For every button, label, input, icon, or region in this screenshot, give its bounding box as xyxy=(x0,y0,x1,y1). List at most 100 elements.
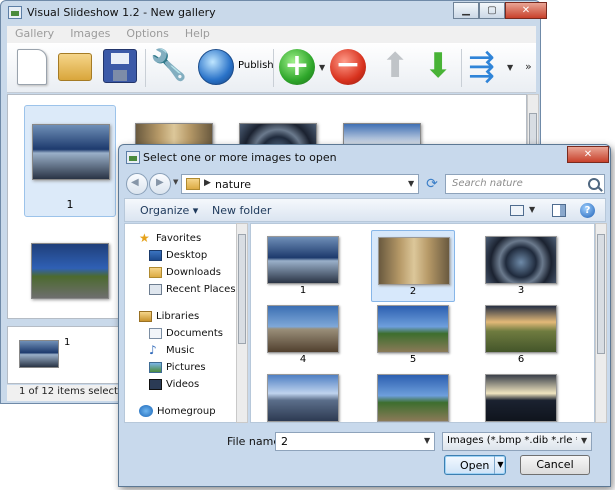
file-name-dropdown-icon[interactable]: ▼ xyxy=(424,436,430,445)
menu-images[interactable]: Images xyxy=(62,26,118,43)
refresh-icon[interactable]: ⟳ xyxy=(423,175,441,193)
file-type-select[interactable]: Images (*.bmp *.dib *.rle *.jpg * ▼ xyxy=(442,432,592,451)
organize-button[interactable]: Organize ▾ xyxy=(140,204,198,217)
menu-gallery[interactable]: Gallery xyxy=(7,26,62,43)
back-button[interactable] xyxy=(126,173,148,195)
save-button[interactable] xyxy=(103,49,137,83)
address-dropdown-icon[interactable]: ▼ xyxy=(408,179,414,188)
sequence-dropdown-icon[interactable]: ▼ xyxy=(507,63,513,72)
minimize-button[interactable]: ▁ xyxy=(453,2,479,19)
nav-item-music[interactable]: ♪ Music xyxy=(149,342,194,358)
view-dropdown-icon[interactable]: ▼ xyxy=(529,205,535,214)
file-list-scrollbar[interactable] xyxy=(595,223,607,423)
add-images-button[interactable]: + xyxy=(279,49,315,85)
scrollbar-thumb[interactable] xyxy=(238,234,246,344)
navigation-scrollbar[interactable] xyxy=(236,223,248,423)
file-item-label: 3 xyxy=(517,285,525,296)
nav-item-pictures[interactable]: Pictures xyxy=(149,359,206,375)
file-item[interactable]: 2 xyxy=(371,230,455,302)
nav-item-downloads[interactable]: Downloads xyxy=(149,264,221,280)
downloads-folder-icon xyxy=(149,266,162,278)
gallery-thumbnail xyxy=(31,243,109,299)
gallery-item-label: 1 xyxy=(66,198,74,211)
open-folder-button[interactable] xyxy=(58,53,92,81)
file-item[interactable]: 5 xyxy=(371,299,455,371)
scrollbar-thumb[interactable] xyxy=(597,234,605,354)
dialog-titlebar: Select one or more images to open ✕ xyxy=(119,145,610,169)
menu-options[interactable]: Options xyxy=(118,26,176,43)
file-item-label: 1 xyxy=(299,285,307,296)
open-button-label: Open xyxy=(460,459,490,472)
close-button[interactable]: ✕ xyxy=(505,2,547,19)
toolbar-overflow-icon[interactable]: » xyxy=(525,60,532,73)
main-titlebar: Visual Slideshow 1.2 - New gallery ▁ ▢ ✕ xyxy=(1,1,547,25)
status-text: 1 of 12 items selected xyxy=(19,386,131,397)
move-up-arrow-icon[interactable]: ⬆ xyxy=(381,47,410,85)
new-folder-button[interactable]: New folder xyxy=(212,204,271,217)
nav-item-videos[interactable]: Videos xyxy=(149,376,199,392)
help-icon[interactable]: ? xyxy=(580,203,595,218)
nav-item-libraries[interactable]: Libraries xyxy=(139,308,199,324)
open-button[interactable]: Open ▼ xyxy=(444,455,506,475)
wrench-icon[interactable]: 🔧 xyxy=(150,51,187,81)
menu-help[interactable]: Help xyxy=(177,26,218,43)
preview-pane-icon[interactable] xyxy=(552,204,566,217)
file-name-value[interactable]: 2 xyxy=(281,435,288,448)
move-down-arrow-icon[interactable]: ⬇ xyxy=(424,47,453,85)
recent-locations-dropdown-icon[interactable]: ▼ xyxy=(173,178,178,186)
nav-item-documents[interactable]: Documents xyxy=(149,325,223,341)
file-thumbnail xyxy=(485,374,557,422)
address-bar[interactable]: ▶ nature ▼ xyxy=(181,174,419,194)
file-thumbnail xyxy=(378,237,450,285)
music-note-icon: ♪ xyxy=(149,342,157,357)
add-dropdown-icon[interactable]: ▼ xyxy=(319,63,325,72)
file-item[interactable]: 3 xyxy=(479,230,563,302)
search-icon[interactable] xyxy=(588,178,600,190)
nav-item-label: Music xyxy=(166,344,195,356)
open-file-dialog: Select one or more images to open ✕ ▼ ▶ … xyxy=(118,144,611,487)
preview-thumbnail[interactable] xyxy=(19,340,59,368)
breadcrumb-chevron-icon[interactable]: ▶ xyxy=(204,178,211,188)
sequence-arrow-icon[interactable]: ⇶ xyxy=(468,47,495,85)
homegroup-icon xyxy=(139,405,153,417)
file-item[interactable]: 4 xyxy=(261,299,345,371)
file-name-input[interactable]: 2 ▼ xyxy=(275,432,435,451)
file-item[interactable]: 6 xyxy=(479,299,563,371)
search-input[interactable]: Search nature xyxy=(445,174,605,194)
gallery-item[interactable] xyxy=(24,225,116,318)
file-item-label: 6 xyxy=(517,354,525,365)
file-item[interactable] xyxy=(371,368,455,422)
address-breadcrumb[interactable]: nature xyxy=(215,178,251,191)
gallery-item[interactable]: 1 xyxy=(24,105,116,217)
nav-item-favorites[interactable]: ★ Favorites xyxy=(139,230,201,246)
file-thumbnail xyxy=(485,236,557,284)
maximize-button[interactable]: ▢ xyxy=(479,2,505,19)
menubar: Gallery Images Options Help xyxy=(7,26,536,43)
file-thumbnail xyxy=(377,305,449,353)
documents-icon xyxy=(149,327,162,339)
pictures-icon xyxy=(149,361,162,373)
search-placeholder: Search nature xyxy=(452,178,523,189)
main-window-title: Visual Slideshow 1.2 - New gallery xyxy=(27,6,216,19)
change-view-icon[interactable] xyxy=(510,205,524,216)
new-gallery-button[interactable] xyxy=(17,49,47,85)
nav-item-label: Pictures xyxy=(166,361,206,373)
nav-item-desktop[interactable]: Desktop xyxy=(149,247,207,263)
file-item[interactable] xyxy=(261,368,345,422)
publish-button[interactable]: Publish xyxy=(238,60,274,71)
file-thumbnail xyxy=(377,374,449,422)
file-list: 1 2 3 4 5 6 xyxy=(250,223,595,423)
nav-item-homegroup[interactable]: Homegroup xyxy=(139,403,216,419)
nav-item-recent-places[interactable]: Recent Places xyxy=(149,281,236,297)
forward-button[interactable] xyxy=(149,173,171,195)
cancel-button[interactable]: Cancel xyxy=(520,455,590,475)
file-item[interactable] xyxy=(479,368,563,422)
open-dropdown-icon[interactable]: ▼ xyxy=(494,456,506,474)
file-thumbnail xyxy=(267,236,339,284)
dialog-close-button[interactable]: ✕ xyxy=(567,146,609,163)
remove-image-button[interactable]: − xyxy=(330,49,366,85)
globe-icon[interactable] xyxy=(198,49,234,85)
file-item-label: 5 xyxy=(409,354,417,365)
file-item[interactable]: 1 xyxy=(261,230,345,302)
file-type-dropdown-icon[interactable]: ▼ xyxy=(581,436,587,445)
